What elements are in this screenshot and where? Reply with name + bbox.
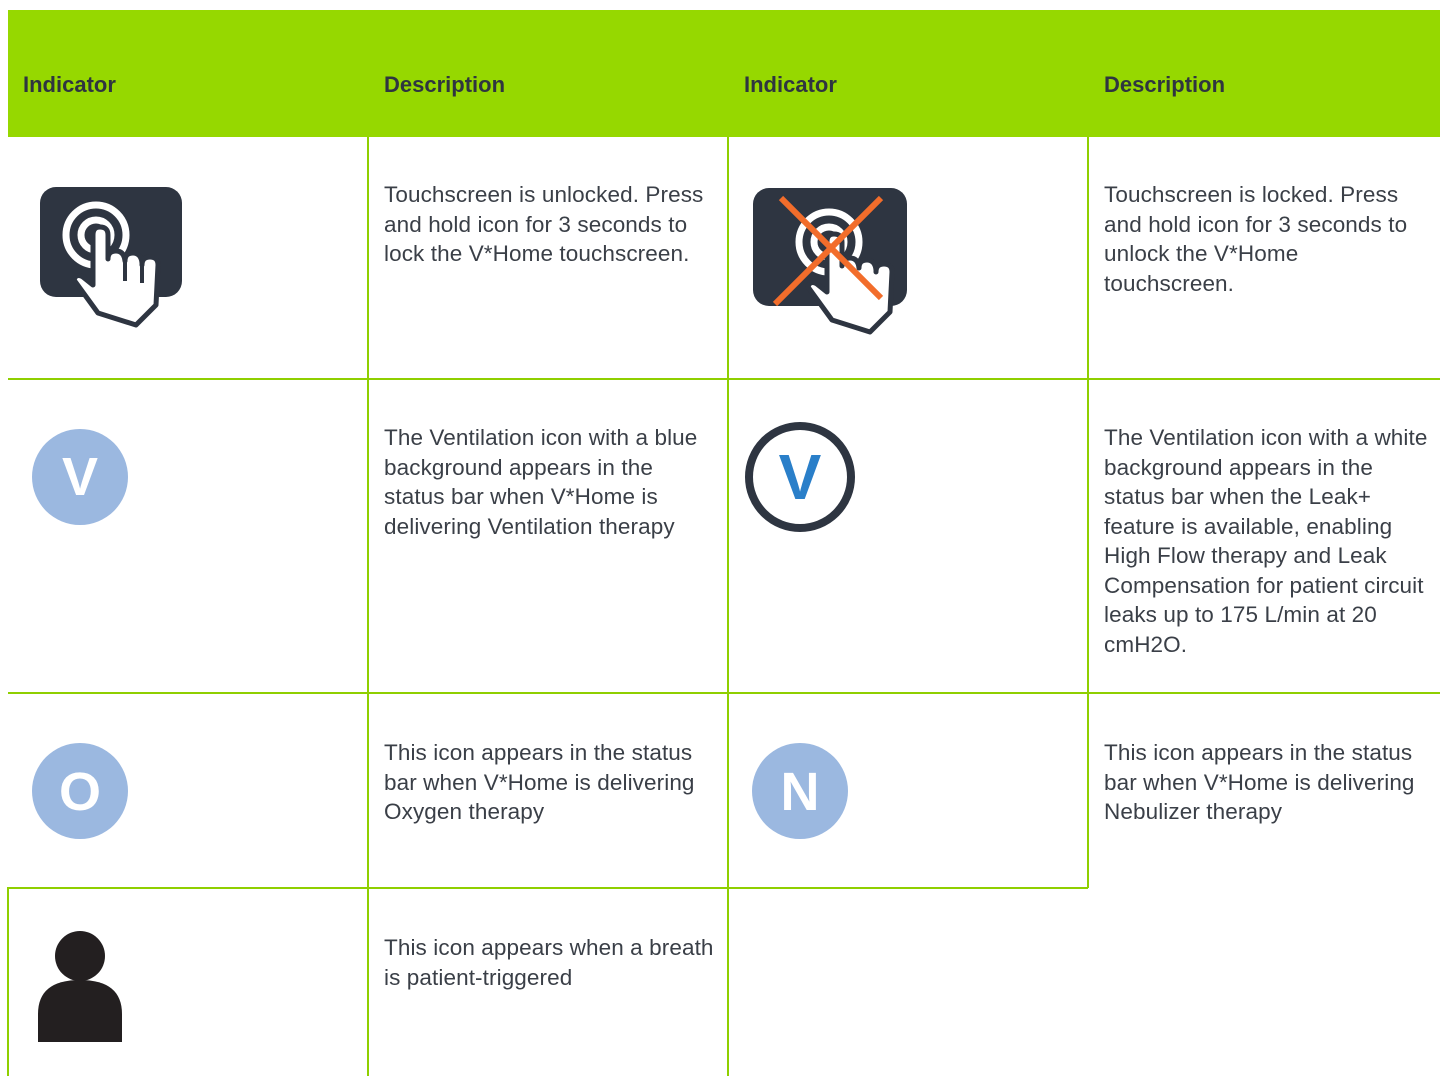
row-divider [8, 692, 1440, 694]
grid-line [7, 887, 9, 1076]
header-indicator-1: Indicator [23, 72, 116, 97]
svg-text:O: O [59, 762, 101, 822]
grid-line [1087, 137, 1089, 888]
touch-locked-icon [751, 186, 911, 338]
oxygen-icon: O [31, 742, 129, 840]
ventilation-blue-icon: V [31, 428, 129, 526]
svg-text:N: N [781, 762, 820, 822]
header-indicator-2: Indicator [744, 72, 837, 97]
description-ventilation-blue: The Ventilation icon with a blue backgro… [384, 425, 698, 539]
ventilation-white-icon: V [744, 421, 856, 533]
svg-text:V: V [779, 441, 822, 513]
table-header [8, 10, 1440, 137]
touch-unlocked-icon [38, 185, 188, 330]
description-nebulizer: This icon appears in the status bar when… [1104, 740, 1415, 824]
patient-triggered-icon [38, 930, 122, 1042]
description-touch-locked: Touchscreen is locked. Press and hold ic… [1104, 182, 1408, 296]
grid-line [367, 137, 369, 1076]
header-description-1: Description [384, 72, 506, 97]
description-touch-unlocked: Touchscreen is unlocked. Press and hold … [384, 182, 704, 266]
description-ventilation-white: The Ventilation icon with a white backgr… [1104, 425, 1428, 657]
grid-line [727, 137, 729, 1076]
nebulizer-icon: N [751, 742, 849, 840]
row-divider [8, 378, 1440, 380]
description-patient-triggered: This icon appears when a breath is patie… [384, 935, 714, 990]
svg-text:V: V [62, 447, 98, 507]
header-description-2: Description [1104, 72, 1226, 97]
description-oxygen: This icon appears in the status bar when… [384, 740, 695, 824]
row-divider [8, 887, 1088, 889]
